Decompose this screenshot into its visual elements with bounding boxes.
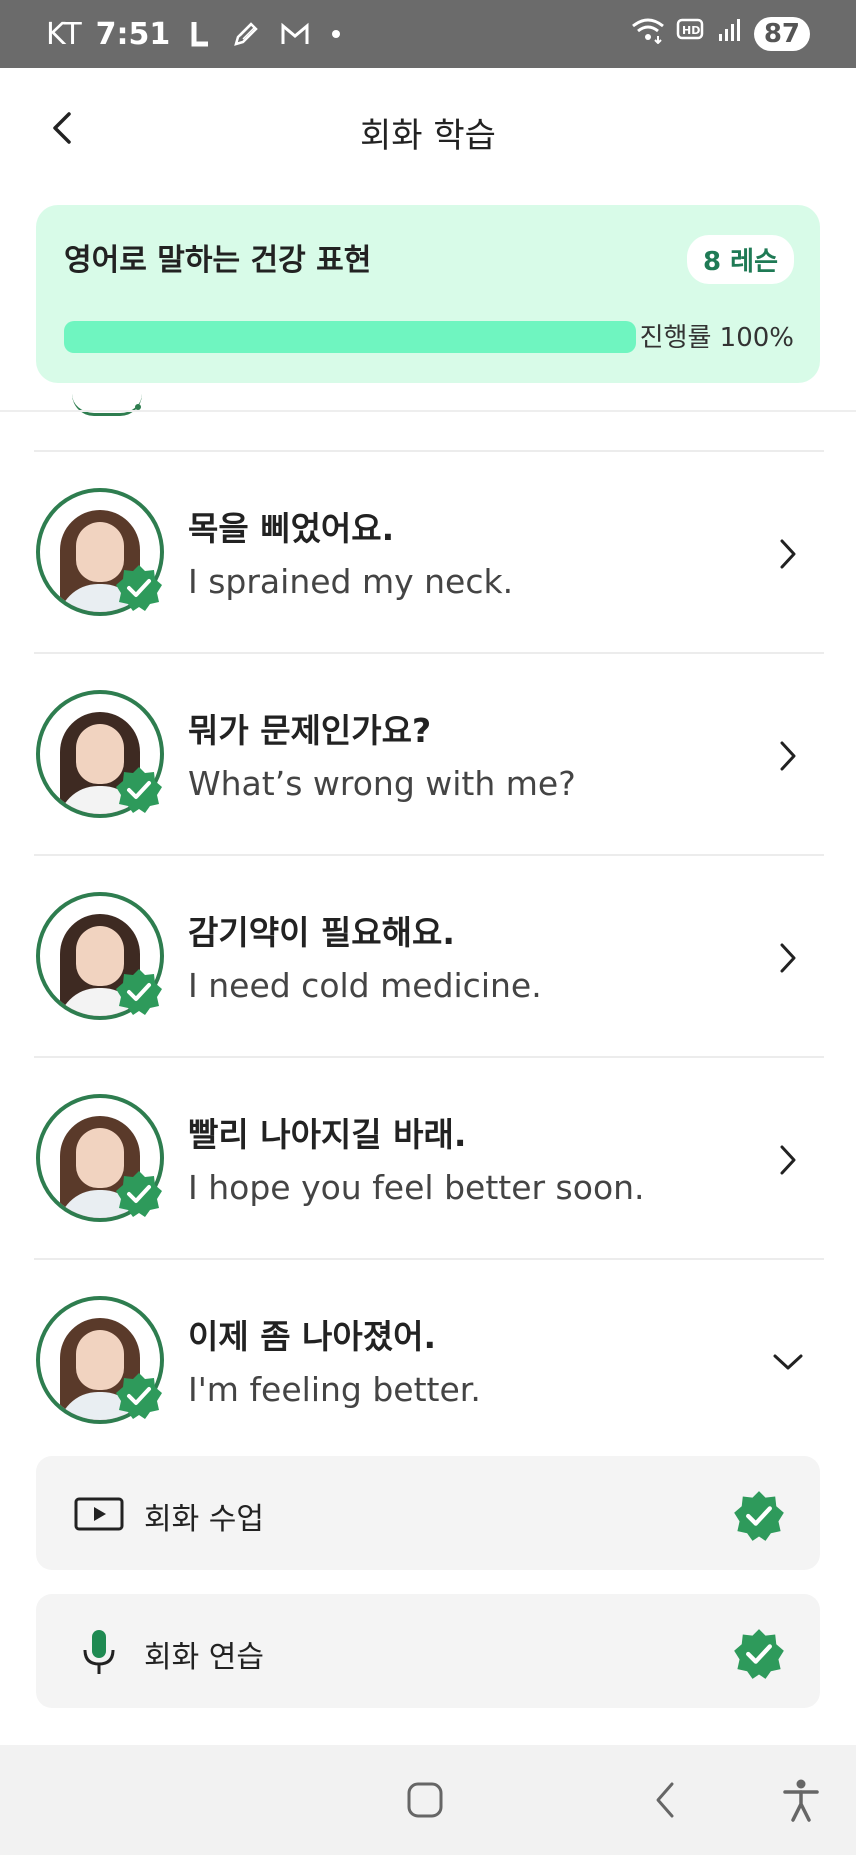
- home-square-icon[interactable]: [400, 1775, 450, 1825]
- app-header: 회화 학습: [0, 68, 856, 192]
- svg-text:HD: HD: [682, 24, 700, 37]
- lesson-english: I sprained my neck.: [188, 562, 514, 601]
- sub-item-label: 회화 연습: [144, 1640, 264, 1675]
- wifi-icon: [630, 16, 666, 52]
- lesson-korean: 목을 삐었어요.: [188, 509, 395, 548]
- status-right: HD 87: [630, 16, 810, 52]
- completed-check-icon: [734, 1491, 784, 1541]
- hd-icon: HD: [676, 16, 706, 52]
- progress-fill: [64, 321, 636, 353]
- course-title: 영어로 말하는 건강 표현: [64, 243, 372, 278]
- carrier-label: KT: [46, 16, 82, 52]
- clock: 7:51: [95, 16, 171, 52]
- status-bar: KT 7:51 HD 87: [0, 0, 856, 68]
- microphone-icon: [74, 1630, 124, 1674]
- accessibility-icon[interactable]: [776, 1775, 826, 1825]
- system-nav-bar: [0, 1745, 856, 1855]
- conversation-practice-item[interactable]: 회화 연습: [36, 1594, 820, 1708]
- signal-icon: [716, 16, 744, 52]
- back-arrow-icon[interactable]: [640, 1775, 690, 1825]
- lesson-korean: 뭐가 문제인가요?: [188, 711, 432, 750]
- header-divider: [0, 410, 856, 412]
- completed-check-icon: [116, 1171, 162, 1217]
- lesson-row[interactable]: 뭐가 문제인가요? What’s wrong with me?: [0, 652, 856, 854]
- sub-item-label: 회화 수업: [144, 1502, 264, 1537]
- previous-avatar-edge: [72, 394, 142, 416]
- lesson-row-expanded[interactable]: 이제 좀 나아졌어. I'm feeling better.: [0, 1258, 856, 1460]
- progress-bar: [64, 321, 636, 353]
- completed-check-icon: [734, 1629, 784, 1679]
- progress-label: 진행률 100%: [639, 323, 794, 353]
- chevron-right-icon: [770, 1142, 806, 1178]
- course-summary-card: 영어로 말하는 건강 표현 8 레슨 진행률 100%: [36, 205, 820, 383]
- line-app-icon: [190, 20, 212, 48]
- gmail-icon: [280, 22, 310, 46]
- battery-indicator: 87: [753, 17, 810, 51]
- lesson-korean: 빨리 나아지길 바래.: [188, 1115, 467, 1154]
- completed-check-icon: [116, 969, 162, 1015]
- conversation-class-item[interactable]: 회화 수업: [36, 1456, 820, 1570]
- pen-icon: [232, 20, 260, 48]
- lesson-english: What’s wrong with me?: [188, 764, 576, 803]
- lesson-row[interactable]: 목을 삐었어요. I sprained my neck.: [0, 450, 856, 652]
- lesson-row[interactable]: 감기약이 필요해요. I need cold medicine.: [0, 854, 856, 1056]
- screen: KT 7:51 HD 87 회화 학습 영어로 말하는 건강 표현 8 레슨 진…: [0, 0, 856, 1855]
- chevron-right-icon: [770, 536, 806, 572]
- lesson-korean: 감기약이 필요해요.: [188, 913, 455, 952]
- lesson-english: I hope you feel better soon.: [188, 1168, 645, 1207]
- status-left: KT 7:51: [46, 17, 342, 52]
- chevron-right-icon: [770, 738, 806, 774]
- lesson-korean: 이제 좀 나아졌어.: [188, 1317, 437, 1356]
- completed-check-icon: [116, 1373, 162, 1419]
- video-play-icon: [74, 1492, 124, 1536]
- lesson-english: I need cold medicine.: [188, 966, 542, 1005]
- dot-icon: [330, 28, 342, 40]
- lesson-row[interactable]: 빨리 나아지길 바래. I hope you feel better soon.: [0, 1056, 856, 1258]
- page-title: 회화 학습: [360, 116, 496, 156]
- lesson-count-badge: 8 레슨: [687, 235, 794, 284]
- completed-check-icon: [116, 767, 162, 813]
- chevron-down-icon: [770, 1344, 806, 1380]
- chevron-right-icon: [770, 940, 806, 976]
- lesson-english: I'm feeling better.: [188, 1370, 481, 1409]
- completed-check-icon: [116, 565, 162, 611]
